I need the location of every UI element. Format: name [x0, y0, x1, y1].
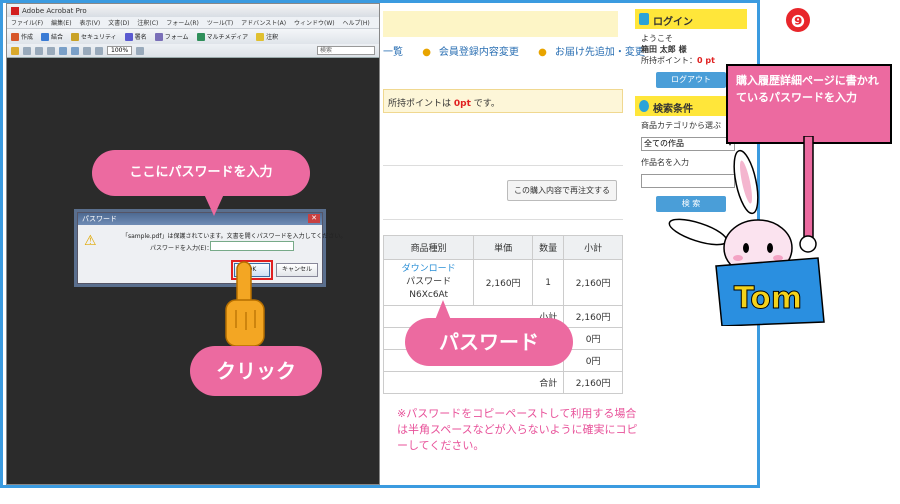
col-quantity: 数量 — [532, 235, 565, 260]
menu-file[interactable]: ファイル(F) — [11, 20, 43, 27]
menu-advanced[interactable]: アドバンスト(A) — [241, 20, 286, 27]
menu-document[interactable]: 文書(D) — [108, 20, 129, 27]
col-subtotal: 小計 — [563, 235, 623, 260]
table-row: ダウンロード パスワード N6Xc6At 2,160円 1 2,160円 — [382, 259, 623, 306]
points-notice: 所持ポイントは 0pt です。 — [383, 89, 623, 113]
prev-page-icon[interactable] — [59, 46, 67, 55]
acrobat-toolbar-secondary: 100% 検索 — [7, 44, 379, 58]
menu-tools[interactable]: ツール(T) — [207, 20, 233, 27]
sidebar-points: 0 pt — [697, 56, 715, 65]
callout-click: クリック — [190, 346, 322, 396]
password-field-label: パスワードを入力(E)： — [150, 245, 213, 252]
account-nav: 一覧 ● 会員登録内容変更 ● お届け先追加・変更 — [383, 43, 661, 58]
dialog-message: 「sample.pdf」は保護されています。文書を開くパスワードを入力してくださ… — [122, 233, 347, 240]
open-icon[interactable] — [11, 46, 19, 55]
toolbar-multimedia[interactable]: マルチメディア — [196, 32, 248, 42]
lock-icon — [71, 33, 80, 42]
password-dialog: パスワード ✕ ⚠ 「sample.pdf」は保護されています。文書を開くパスワ… — [77, 212, 346, 284]
step-badge: ❾ — [784, 6, 812, 34]
order-table: 商品種別 単価 数量 小計 ダウンロード パスワード N6Xc6At 2,160… — [382, 235, 623, 394]
menu-window[interactable]: ウィンドウ(W) — [294, 20, 335, 27]
unit-price-cell: 2,160円 — [473, 259, 534, 306]
header-band — [383, 11, 618, 37]
mail-icon[interactable] — [35, 46, 43, 55]
password-input[interactable] — [210, 241, 294, 251]
search-input[interactable]: 検索 — [317, 46, 375, 55]
menu-view[interactable]: 表示(V) — [79, 20, 100, 27]
nav-link-member-edit[interactable]: ● 会員登録内容変更 — [422, 47, 527, 58]
comment-icon — [256, 33, 265, 42]
table-header-row: 商品種別 単価 数量 小計 — [382, 235, 623, 260]
toolbar-combine[interactable]: 結合 — [41, 32, 63, 42]
callout-password: パスワード — [405, 300, 573, 366]
search-icon — [639, 100, 649, 112]
quantity-cell: 1 — [532, 259, 565, 306]
close-icon[interactable]: ✕ — [308, 214, 320, 223]
acrobat-title: Adobe Acrobat Pro — [22, 6, 87, 15]
rabbit-mascot-icon: Tom — [668, 136, 825, 326]
key-icon — [639, 13, 649, 25]
next-page-icon[interactable] — [71, 46, 79, 55]
acrobat-toolbar: 作成 結合 セキュリティ 署名 フォーム マルチメディア 注釈 — [7, 28, 379, 44]
row3-value: 0円 — [563, 349, 623, 372]
callout-enter-password: ここにパスワードを入力 — [92, 150, 310, 216]
hand-tool-icon[interactable] — [83, 46, 91, 55]
callout-history-note: 購入履歴詳細ページに書かれているパスワードを入力 — [726, 64, 892, 144]
password-label: パスワード — [406, 277, 452, 287]
create-icon — [11, 33, 19, 42]
zoom-out-icon[interactable] — [95, 46, 103, 55]
reorder-area: この購入内容で再注文する — [383, 165, 623, 220]
reorder-button[interactable]: この購入内容で再注文する — [507, 180, 617, 201]
subtotal-value: 2,160円 — [563, 305, 623, 328]
toolbar-sign[interactable]: 署名 — [124, 32, 147, 42]
product-type-cell: ダウンロード パスワード N6Xc6At — [382, 259, 475, 306]
toolbar-form[interactable]: フォーム — [154, 32, 189, 42]
points-value: 0pt — [453, 99, 471, 109]
copy-note: ※パスワードをコピーペーストして利用する場合は半角スペースなどが入らないように確… — [397, 407, 638, 452]
menu-edit[interactable]: 編集(E) — [51, 20, 71, 27]
download-link[interactable]: ダウンロード — [402, 264, 456, 274]
pointing-hand-icon — [225, 261, 265, 347]
form-icon — [154, 33, 163, 42]
total-label: 合計 — [382, 371, 565, 394]
dialog-titlebar: パスワード ✕ — [78, 213, 322, 225]
acrobat-titlebar: Adobe Acrobat Pro — [7, 4, 379, 17]
acrobat-menubar: ファイル(F) 編集(E) 表示(V) 文書(D) 注釈(C) フォーム(R) … — [7, 17, 379, 28]
print-icon[interactable] — [23, 46, 31, 55]
dialog-title: パスワード — [82, 215, 117, 223]
zoom-in-icon[interactable] — [136, 46, 145, 55]
table-row: 合計 2,160円 — [382, 371, 623, 394]
cancel-button[interactable]: キャンセル — [276, 263, 318, 277]
bullet-icon: ● — [538, 47, 547, 58]
menu-comment[interactable]: 注釈(C) — [137, 20, 158, 27]
col-unit-price: 単価 — [473, 235, 534, 260]
bullet-icon: ● — [422, 47, 431, 58]
combine-icon — [41, 33, 50, 42]
tutorial-canvas: 一覧 ● 会員登録内容変更 ● お届け先追加・変更 所持ポイントは 0pt です。 … — [0, 0, 900, 504]
toolbar-comment[interactable]: 注釈 — [256, 32, 278, 42]
line-subtotal-cell: 2,160円 — [563, 259, 623, 306]
multimedia-icon — [196, 33, 205, 42]
menu-help[interactable]: ヘルプ(H) — [343, 20, 370, 27]
login-heading: ログイン — [635, 9, 747, 29]
user-name: 箱田 太郎 様 — [641, 45, 687, 54]
logout-button[interactable]: ログアウト — [656, 72, 726, 88]
pen-icon — [124, 33, 133, 42]
zoom-field[interactable]: 100% — [107, 46, 133, 55]
toolbar-create[interactable]: 作成 — [11, 32, 33, 42]
acrobat-window: Adobe Acrobat Pro ファイル(F) 編集(E) 表示(V) 文書… — [6, 3, 380, 485]
password-value[interactable]: N6Xc6At — [409, 290, 448, 300]
toolbar-security[interactable]: セキュリティ — [71, 32, 117, 42]
menu-form[interactable]: フォーム(R) — [166, 20, 199, 27]
total-value: 2,160円 — [563, 371, 623, 394]
warning-icon: ⚠ — [84, 233, 97, 249]
save-icon[interactable] — [47, 46, 55, 55]
col-product-type: 商品種別 — [382, 235, 475, 260]
nav-link-list[interactable]: 一覧 — [383, 47, 411, 58]
acrobat-logo-icon — [11, 6, 19, 15]
mascot-sign-text: Tom — [734, 281, 802, 316]
